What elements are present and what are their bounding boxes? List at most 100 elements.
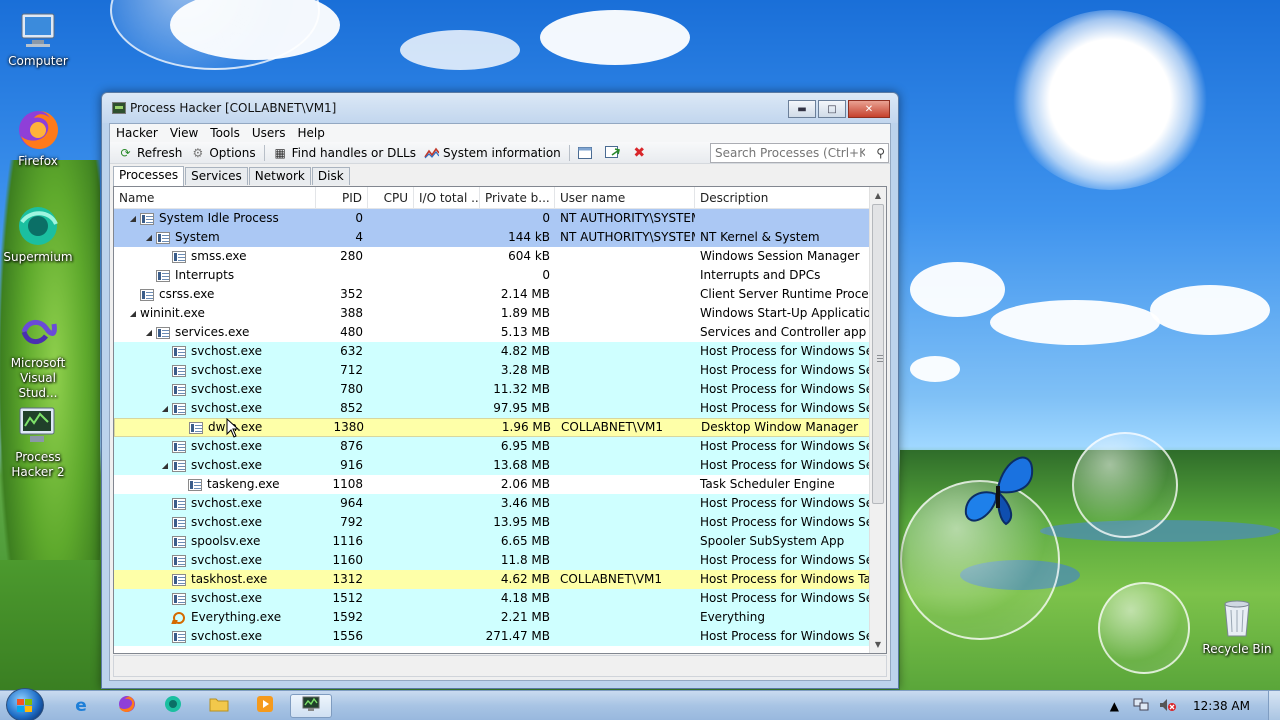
process-private-bytes: 5.13 MB	[500, 325, 550, 339]
table-row[interactable]: svchost.exe 792 13.95 MB Host Process fo…	[114, 513, 886, 532]
desktop-icon-firefox[interactable]: Firefox	[0, 108, 76, 169]
table-row[interactable]: svchost.exe 632 4.82 MB Host Process for…	[114, 342, 886, 361]
table-row[interactable]: taskeng.exe 1108 2.06 MB Task Scheduler …	[114, 475, 886, 494]
menu-tools[interactable]: Tools	[204, 126, 246, 140]
taskbar-file-explorer[interactable]	[198, 694, 240, 718]
volume-muted-icon[interactable]	[1159, 698, 1177, 715]
desktop-icon-computer[interactable]: Computer	[0, 8, 76, 69]
table-row[interactable]: csrss.exe 352 2.14 MB Client Server Runt…	[114, 285, 886, 304]
show-desktop-button[interactable]	[1268, 691, 1280, 720]
collapse-icon[interactable]: ◢	[128, 304, 138, 323]
process-icon	[172, 364, 186, 377]
desktop-icon-label: Firefox	[18, 154, 58, 168]
window-button[interactable]	[574, 143, 601, 163]
table-row[interactable]: ◢ svchost.exe 916 13.68 MB Host Process f…	[114, 456, 886, 475]
start-button[interactable]	[6, 688, 44, 720]
column-cpu[interactable]: CPU	[368, 187, 414, 208]
desktop-icon-visual-studio[interactable]: Microsoft Visual Stud...	[0, 310, 76, 401]
table-row[interactable]: svchost.exe 964 3.46 MB Host Process for…	[114, 494, 886, 513]
collapse-icon[interactable]: ◢	[144, 323, 154, 342]
table-row[interactable]: svchost.exe 876 6.95 MB Host Process for…	[114, 437, 886, 456]
process-private-bytes: 2.06 MB	[500, 477, 550, 491]
column-name[interactable]: Name	[114, 187, 316, 208]
tab-network[interactable]: Network	[248, 167, 311, 185]
table-row[interactable]: ◢ System Idle Process 0 0 NT AUTHORITY\SY…	[114, 209, 886, 228]
tab-services[interactable]: Services	[185, 167, 248, 185]
title-bar[interactable]: Process Hacker [COLLABNET\VM1] ▬ □ ✕	[102, 93, 898, 123]
scroll-up-icon[interactable]: ▲	[870, 187, 886, 204]
table-row[interactable]: taskhost.exe 1312 4.62 MB COLLABNET\VM1 …	[114, 570, 886, 589]
grip-icon	[877, 355, 883, 362]
options-button[interactable]: ⚙ Options	[186, 143, 259, 163]
taskbar-internet-explorer[interactable]: e	[60, 694, 102, 718]
table-row[interactable]: svchost.exe 1556 271.47 MB Host Process …	[114, 627, 886, 646]
scroll-down-icon[interactable]: ▼	[870, 636, 886, 653]
process-pid: 1116	[332, 534, 363, 548]
find-handles-button[interactable]: ▦ Find handles or DLLs	[269, 143, 420, 163]
table-row[interactable]: Interrupts 0 Interrupts and DPCs	[114, 266, 886, 285]
close-button[interactable]: ✕	[848, 100, 890, 118]
go-to-process-button[interactable]	[601, 143, 628, 163]
graph-icon	[424, 146, 439, 160]
process-hacker-icon	[16, 404, 60, 448]
column-user-name[interactable]: User name	[555, 187, 695, 208]
collapse-icon[interactable]: ◢	[128, 209, 138, 228]
desktop-icon-supermium[interactable]: Supermium	[0, 204, 76, 265]
taskbar-media-player[interactable]	[244, 694, 286, 718]
collapse-icon[interactable]: ◢	[144, 228, 154, 247]
process-icon	[172, 459, 186, 472]
table-row[interactable]: ◢ wininit.exe 388 1.89 MB Windows Start-U…	[114, 304, 886, 323]
taskbar-firefox[interactable]	[106, 694, 148, 718]
collapse-icon[interactable]: ◢	[160, 399, 170, 418]
process-name: svchost.exe	[191, 363, 262, 377]
table-row[interactable]: svchost.exe 712 3.28 MB Host Process for…	[114, 361, 886, 380]
ground-decoration	[0, 560, 110, 690]
tab-disk[interactable]: Disk	[311, 167, 350, 185]
column-description[interactable]: Description	[695, 187, 871, 208]
menu-view[interactable]: View	[164, 126, 204, 140]
desktop-icon-label: Microsoft Visual Stud...	[10, 356, 66, 400]
terminate-button[interactable]: ✖	[628, 143, 655, 163]
recycle-bin-icon	[1215, 596, 1259, 640]
menu-help[interactable]: Help	[291, 126, 330, 140]
column-io-total[interactable]: I/O total ...	[414, 187, 480, 208]
cloud-decoration	[910, 262, 1005, 317]
sun-decoration	[1010, 10, 1210, 190]
process-name: taskhost.exe	[191, 572, 268, 586]
table-row[interactable]: ◢ System 4 144 kB NT AUTHORITY\SYSTEM NT …	[114, 228, 886, 247]
taskbar-supermium[interactable]	[152, 694, 194, 718]
minimize-button[interactable]: ▬	[788, 100, 816, 118]
menu-users[interactable]: Users	[246, 126, 292, 140]
desktop-icon-recycle-bin[interactable]: Recycle Bin	[1199, 596, 1275, 657]
desktop-icon-process-hacker[interactable]: Process Hacker 2	[0, 404, 76, 480]
tab-processes[interactable]: Processes	[113, 166, 185, 186]
column-pid[interactable]: PID	[316, 187, 368, 208]
table-row[interactable]: svchost.exe 780 11.32 MB Host Process fo…	[114, 380, 886, 399]
process-pid: 712	[340, 363, 363, 377]
table-row[interactable]: ◢ services.exe 480 5.13 MB Services and C…	[114, 323, 886, 342]
taskbar-process-hacker[interactable]	[290, 694, 332, 718]
menu-hacker[interactable]: Hacker	[110, 126, 164, 140]
table-row[interactable]: smss.exe 280 604 kB Windows Session Mana…	[114, 247, 886, 266]
refresh-button[interactable]: ⟳ Refresh	[114, 143, 186, 163]
network-icon[interactable]	[1133, 698, 1149, 715]
cloud-decoration	[990, 300, 1160, 345]
process-icon	[172, 383, 186, 396]
bubble-decoration	[110, 0, 320, 70]
table-row[interactable]: svchost.exe 1160 11.8 MB Host Process fo…	[114, 551, 886, 570]
table-row[interactable]: ◢ svchost.exe 852 97.95 MB Host Process f…	[114, 399, 886, 418]
vertical-scrollbar[interactable]: ▲ ▼	[869, 187, 886, 653]
collapse-icon[interactable]: ◢	[160, 456, 170, 475]
table-row[interactable]: spoolsv.exe 1116 6.65 MB Spooler SubSyst…	[114, 532, 886, 551]
clock[interactable]: 12:38 AM	[1193, 699, 1250, 713]
tray-chevron-icon[interactable]: ▲	[1110, 699, 1119, 713]
search-input[interactable]	[715, 146, 865, 160]
table-row[interactable]: svchost.exe 1512 4.18 MB Host Process fo…	[114, 589, 886, 608]
scroll-thumb[interactable]	[872, 204, 884, 504]
search-box[interactable]: ⚲	[710, 143, 889, 163]
column-private-bytes[interactable]: Private b...	[480, 187, 555, 208]
table-row[interactable]: Everything.exe 1592 2.21 MB Everything	[114, 608, 886, 627]
system-information-button[interactable]: System information	[420, 143, 565, 163]
process-pid: 1512	[332, 591, 363, 605]
maximize-button[interactable]: □	[818, 100, 846, 118]
